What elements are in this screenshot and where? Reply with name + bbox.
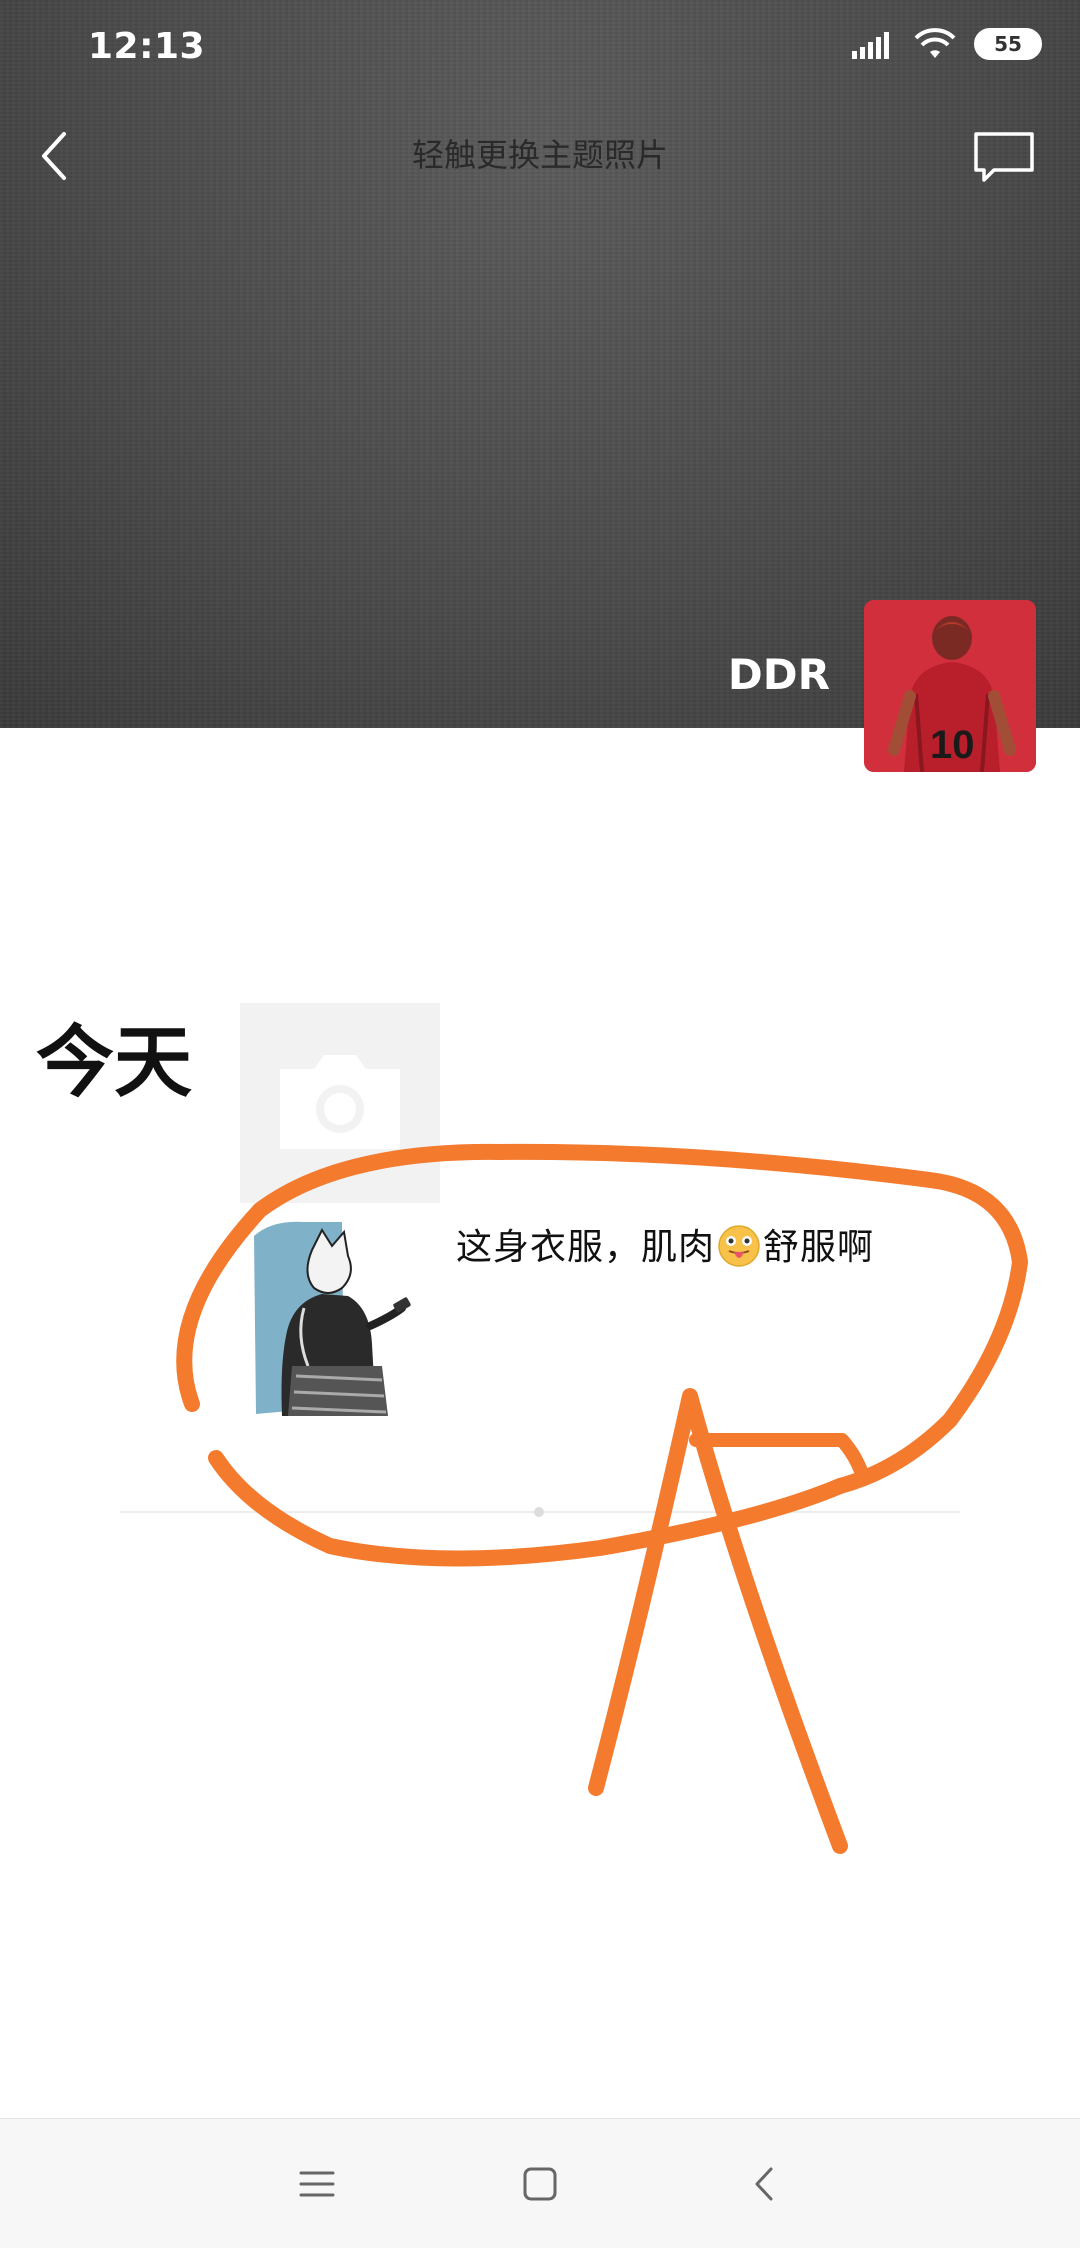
add-post-camera-tile[interactable] bbox=[240, 1003, 440, 1203]
signal-icon bbox=[852, 32, 889, 59]
status-time: 12:13 bbox=[88, 26, 206, 67]
battery-indicator: 55 bbox=[974, 28, 1042, 60]
wolf-illustration-image bbox=[252, 1216, 422, 1416]
status-icons: 55 bbox=[852, 28, 1042, 60]
top-nav: 轻触更换主题照片 bbox=[0, 110, 1080, 200]
post-image-thumbnail[interactable] bbox=[252, 1216, 422, 1416]
back-icon[interactable] bbox=[740, 2159, 790, 2209]
home-icon[interactable] bbox=[515, 2159, 565, 2209]
svg-text:10: 10 bbox=[930, 723, 975, 767]
status-bar: 12:13 55 bbox=[0, 0, 1080, 96]
change-cover-hint[interactable]: 轻触更换主题照片 bbox=[0, 130, 1080, 176]
face-with-tongue-emoji bbox=[718, 1225, 760, 1267]
menu-icon[interactable] bbox=[292, 2159, 342, 2209]
wifi-icon bbox=[914, 28, 956, 58]
moments-page: 12:13 55 轻触更换主题照片 DDR 10 今天 这身衣服，肌肉 舒服啊 bbox=[0, 0, 1080, 2248]
avatar[interactable]: 10 bbox=[864, 600, 1036, 772]
basketball-player-avatar: 10 bbox=[864, 600, 1036, 772]
feed-divider-dot bbox=[534, 1507, 544, 1517]
post-text[interactable]: 这身衣服，肌肉 舒服啊 bbox=[456, 1218, 874, 1271]
date-label-today: 今天 bbox=[36, 1018, 193, 1108]
system-nav-bar bbox=[0, 2118, 1080, 2248]
message-icon[interactable] bbox=[972, 130, 1036, 186]
camera-icon bbox=[280, 1055, 400, 1149]
post-text-part1: 这身衣服，肌肉 bbox=[456, 1227, 716, 1268]
post-text-part2: 舒服啊 bbox=[763, 1227, 875, 1268]
owner-name[interactable]: DDR bbox=[728, 650, 830, 699]
